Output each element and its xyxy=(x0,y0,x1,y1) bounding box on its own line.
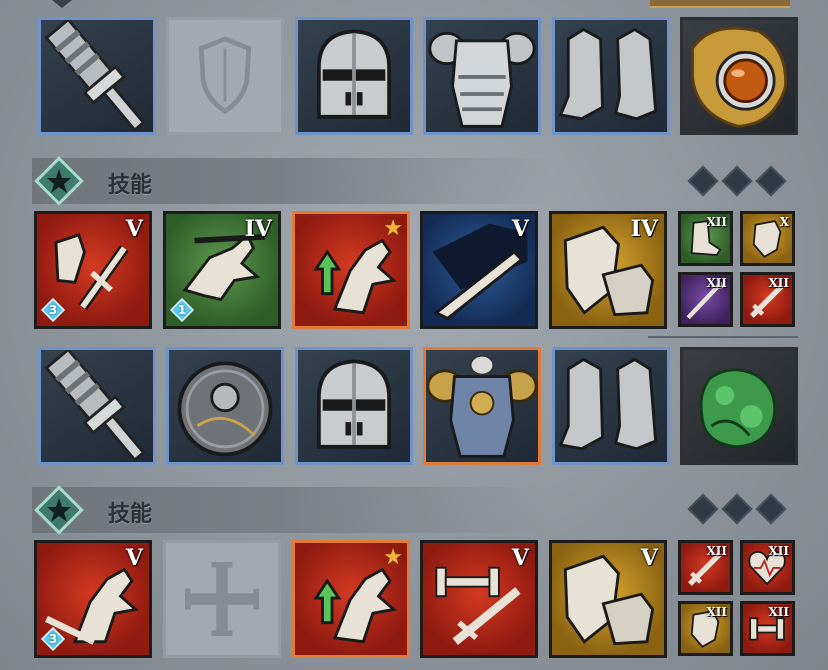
skills-header-1: 技能 xyxy=(32,156,552,206)
gold-plate-armor-icon xyxy=(426,354,538,458)
skill-point-diamond-2 xyxy=(721,165,753,197)
minor-skill-2[interactable]: XII xyxy=(740,540,795,595)
skill-slot-5[interactable]: IV xyxy=(549,211,667,329)
empty-cross-slot-icon xyxy=(184,561,260,637)
equip-helm[interactable] xyxy=(295,17,413,135)
equip-boots[interactable] xyxy=(552,347,670,465)
skill-slot-4[interactable]: V xyxy=(420,211,538,329)
skill-rank: IV xyxy=(244,216,272,242)
row-divider xyxy=(648,336,798,338)
minor-skill-4[interactable]: XII xyxy=(740,601,795,656)
skill-slot-3[interactable]: ★ xyxy=(292,211,410,329)
skills-header-label: 技能 xyxy=(108,502,153,527)
skill-point-diamond-2 xyxy=(721,493,753,525)
gem-badge: 3 xyxy=(41,298,65,322)
equip-offhand[interactable] xyxy=(166,347,284,465)
empty-shield-slot-icon xyxy=(198,36,252,114)
skill-slot-3[interactable]: ★ xyxy=(292,540,410,658)
minor-skill-1[interactable]: XII xyxy=(678,211,733,266)
equip-accessory[interactable] xyxy=(680,17,798,135)
minor-skill-rank: X xyxy=(779,215,789,229)
skill-point-diamond-3 xyxy=(755,493,787,525)
minor-skill-rank: XII xyxy=(768,605,789,619)
minor-skill-1[interactable]: XII xyxy=(678,540,733,595)
great-helm-icon xyxy=(316,359,392,449)
minor-skill-rank: XII xyxy=(768,544,789,558)
star-emblem-icon xyxy=(34,485,84,535)
skills-header-2: 技能 xyxy=(32,485,552,535)
star-emblem-icon xyxy=(34,156,84,206)
collapse-arrow[interactable] xyxy=(52,0,72,8)
skill-point-diamond-3 xyxy=(755,165,787,197)
skill-rank: V xyxy=(511,545,529,571)
minor-skill-rank: XII xyxy=(706,605,727,619)
gem-count: 3 xyxy=(48,303,58,317)
plate-boots-icon xyxy=(558,27,658,121)
star-icon: ★ xyxy=(383,216,403,241)
minor-skill-4[interactable]: XII xyxy=(740,272,795,327)
skill-slot-2-empty[interactable] xyxy=(163,540,281,658)
skill-point-diamond-1 xyxy=(687,493,719,525)
skill-slot-4[interactable]: V xyxy=(420,540,538,658)
golden-gem-amulet-icon xyxy=(691,26,787,128)
skill-rank: V xyxy=(640,545,658,571)
skill-rank: IV xyxy=(630,216,658,242)
gem-badge: 3 xyxy=(41,627,65,651)
mace-icon xyxy=(44,350,146,462)
skill-rank: V xyxy=(125,545,143,571)
minor-skill-3[interactable]: XII xyxy=(678,272,733,327)
minor-skill-rank: XII xyxy=(706,276,727,290)
great-helm-icon xyxy=(316,29,392,119)
equip-boots[interactable] xyxy=(552,17,670,135)
equip-mace[interactable] xyxy=(38,347,156,465)
skill-rank: V xyxy=(511,216,529,242)
gem-count: 3 xyxy=(48,632,58,646)
mace-icon xyxy=(44,20,146,132)
skill-point-diamond-1 xyxy=(687,165,719,197)
jade-dragon-icon xyxy=(699,368,777,449)
equip-mace[interactable] xyxy=(38,17,156,135)
skill-slot-5[interactable]: V xyxy=(549,540,667,658)
gem-count: 1 xyxy=(177,303,187,317)
plate-boots-icon xyxy=(558,357,658,451)
plate-armor-icon xyxy=(428,31,536,128)
skills-header-label: 技能 xyxy=(108,173,153,198)
equip-armor[interactable] xyxy=(423,17,541,135)
skill-slot-1[interactable]: V 3 xyxy=(34,540,152,658)
skill-rank: V xyxy=(125,216,143,242)
minor-skill-rank: XII xyxy=(706,215,727,229)
round-shield-icon xyxy=(177,361,273,457)
equip-offhand-empty[interactable] xyxy=(166,17,284,135)
minor-skill-rank: XII xyxy=(706,544,727,558)
minor-skill-2[interactable]: X xyxy=(740,211,795,266)
top-frame-edge xyxy=(650,0,790,8)
skill-slot-2[interactable]: IV 1 xyxy=(163,211,281,329)
skill-slot-1[interactable]: V 3 xyxy=(34,211,152,329)
gem-badge: 1 xyxy=(170,298,194,322)
star-icon: ★ xyxy=(383,545,403,570)
equip-accessory[interactable] xyxy=(680,347,798,465)
minor-skill-rank: XII xyxy=(768,276,789,290)
equip-helm[interactable] xyxy=(295,347,413,465)
equip-armor[interactable] xyxy=(423,347,541,465)
minor-skill-3[interactable]: XII xyxy=(678,601,733,656)
